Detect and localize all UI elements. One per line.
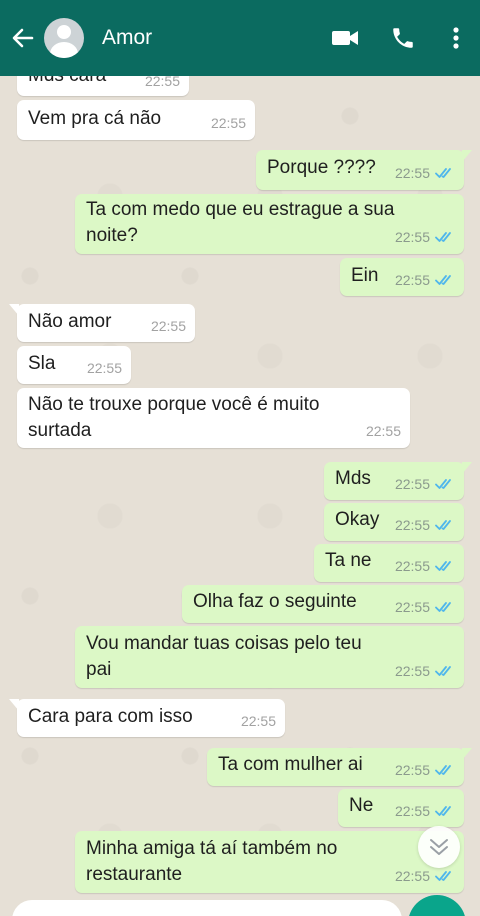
read-receipt-icon (435, 601, 455, 613)
video-call-icon (332, 31, 358, 45)
message-text: Porque ???? (267, 157, 376, 178)
message-bubble-incoming[interactable]: Não te trouxe porque você é muito surtad… (17, 388, 410, 448)
message-meta: 22:55 (395, 799, 455, 823)
message-bubble-incoming[interactable]: Mds cara 22:55 (17, 76, 189, 96)
message-text: Não amor (28, 311, 112, 332)
message-text: Não te trouxe porque você é muito (28, 394, 320, 415)
read-receipt-icon (435, 167, 455, 179)
message-text: surtada (28, 420, 92, 441)
read-receipt-icon (435, 665, 455, 677)
message-meta: 22:55 (395, 659, 455, 683)
message-meta: 22:55 (395, 513, 455, 537)
read-receipt-icon (435, 870, 455, 882)
message-bubble-incoming[interactable]: Vem pra cá não 22:55 (17, 100, 255, 140)
message-text: Ta com medo que eu estrague a sua (86, 199, 395, 220)
message-bubble-incoming[interactable]: Não amor 22:55 (9, 304, 195, 342)
read-receipt-icon (435, 560, 455, 572)
message-time: 22:55 (365, 423, 401, 439)
message-text: restaurante (86, 864, 183, 885)
message-bubble-outgoing[interactable]: Vou mandar tuas coisas pelo teu pai 22:5… (75, 626, 464, 688)
message-meta: 22:55 (395, 472, 455, 496)
message-meta: 22:55 (395, 268, 455, 292)
back-button[interactable] (0, 0, 46, 76)
message-bubble-outgoing[interactable]: Olha faz o seguinte 22:55 (182, 585, 464, 623)
read-receipt-icon (435, 519, 455, 531)
message-text: Sla (28, 353, 56, 374)
message-bubble-outgoing[interactable]: Ne 22:55 (338, 789, 464, 827)
message-text: Cara para com isso (28, 706, 193, 727)
message-text: noite? (86, 225, 138, 246)
message-text: Mds (335, 468, 371, 489)
message-text: Ne (349, 795, 374, 816)
message-meta: 22:55 (395, 595, 455, 619)
message-bubble-outgoing[interactable]: Ta com mulher ai 22:55 (207, 748, 472, 786)
message-time: 22:55 (150, 318, 186, 334)
message-bubble-outgoing[interactable]: Minha amiga tá aí também no restaurante … (75, 831, 464, 893)
message-bubble-incoming[interactable]: Cara para com isso 22:55 (9, 699, 285, 737)
chat-header: Amor (0, 0, 480, 76)
message-bubble-outgoing[interactable]: Ta com medo que eu estrague a sua noite?… (75, 194, 464, 254)
message-time: 22:55 (210, 115, 246, 131)
message-meta: 22:55 (395, 554, 455, 578)
message-bubble-outgoing[interactable]: Okay 22:55 (324, 503, 464, 541)
scroll-to-bottom-button[interactable] (418, 826, 460, 868)
phone-icon (393, 28, 413, 48)
double-chevron-down-icon (430, 839, 448, 855)
voice-call-button[interactable] (374, 0, 432, 76)
message-text: pai (86, 659, 112, 680)
video-call-button[interactable] (316, 0, 374, 76)
message-text: Vem pra cá não (28, 108, 162, 129)
read-receipt-icon (435, 764, 455, 776)
message-text: Ein (351, 265, 379, 286)
message-bubble-outgoing[interactable]: Mds 22:55 (324, 462, 472, 500)
message-meta: 22:55 (395, 758, 455, 782)
message-text: Ta ne (325, 550, 372, 571)
read-receipt-icon (435, 274, 455, 286)
message-meta: 22:55 (395, 225, 455, 249)
message-list[interactable]: Mds cara 22:55 Vem pra cá não 22:55 Porq… (0, 76, 480, 916)
message-time: 22:55 (144, 76, 180, 89)
more-options-icon (453, 27, 459, 49)
message-meta: 22:55 (395, 161, 455, 185)
message-time: 22:55 (240, 713, 276, 729)
message-bubble-outgoing[interactable]: Ta ne 22:55 (314, 544, 464, 582)
read-receipt-icon (435, 805, 455, 817)
message-text: Mds cara (28, 76, 106, 88)
read-receipt-icon (435, 478, 455, 490)
read-receipt-icon (435, 231, 455, 243)
message-text: Okay (335, 509, 380, 530)
contact-name[interactable]: Amor (102, 26, 316, 50)
message-bubble-outgoing[interactable]: Porque ???? 22:55 (256, 150, 472, 190)
message-text: Minha amiga tá aí também no (86, 838, 338, 859)
back-arrow-icon (12, 28, 34, 48)
message-text: Vou mandar tuas coisas pelo teu (86, 633, 362, 654)
message-time: 22:55 (86, 360, 122, 376)
message-input[interactable] (12, 900, 402, 916)
message-bubble-outgoing[interactable]: Ein 22:55 (340, 258, 464, 296)
message-text: Olha faz o seguinte (193, 591, 357, 612)
message-bubble-incoming[interactable]: Sla 22:55 (17, 346, 131, 384)
message-text: Ta com mulher ai (218, 754, 363, 775)
message-meta: 22:55 (395, 864, 455, 888)
more-options-button[interactable] (432, 0, 480, 76)
avatar[interactable] (44, 18, 84, 58)
